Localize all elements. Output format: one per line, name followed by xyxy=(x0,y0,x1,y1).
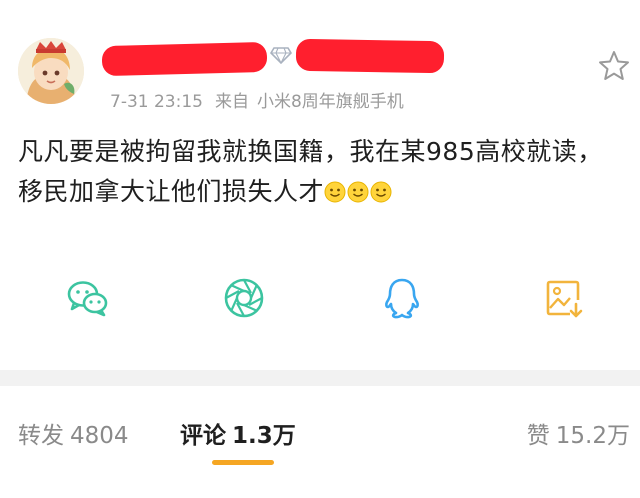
wechat-icon xyxy=(67,281,108,317)
post-timestamp: 7-31 23:15 xyxy=(110,92,203,112)
like-label: 赞 xyxy=(526,423,550,449)
post-source-prefix: 来自 xyxy=(214,92,249,112)
smile-emoji-icon xyxy=(347,181,369,203)
username-redaction xyxy=(101,41,268,77)
like-count: 15.2万 xyxy=(555,423,630,449)
emoji-group xyxy=(324,177,393,206)
user-avatar[interactable] xyxy=(18,38,84,104)
qq-icon xyxy=(385,278,419,319)
qq-share-button[interactable] xyxy=(378,274,426,322)
smile-emoji-icon xyxy=(324,181,346,203)
comment-count: 1.3万 xyxy=(232,423,296,449)
post-card: 7-31 23:15 来自 小米8周年旗舰手机 凡凡要是被拘留我就换国籍，我在某98… xyxy=(0,0,640,370)
post-source-device[interactable]: 小米8周年旗舰手机 xyxy=(257,92,404,112)
star-icon[interactable] xyxy=(596,48,632,84)
post-body: 凡凡要是被拘留我就换国籍，我在某985高校就读，移民加拿大让他们损失人才 xyxy=(18,132,618,212)
moments-share-button[interactable] xyxy=(220,274,268,322)
moments-icon xyxy=(224,278,264,318)
comment-label: 评论 xyxy=(180,423,226,449)
tab-comment[interactable]: 评论 1.3万 xyxy=(180,416,296,450)
tab-repost[interactable]: 转发 4804 xyxy=(18,416,129,450)
post-text: 凡凡要是被拘留我就换国籍，我在某985高校就读，移民加拿大让他们损失人才 xyxy=(18,137,603,206)
interaction-tabs: 转发 4804 评论 1.3万 赞 15.2万 xyxy=(0,386,640,498)
smile-emoji-icon xyxy=(370,181,392,203)
repost-label: 转发 xyxy=(18,423,64,449)
wechat-share-button[interactable] xyxy=(64,274,112,322)
section-divider xyxy=(0,370,640,386)
active-tab-indicator xyxy=(212,460,274,465)
save-image-icon xyxy=(546,280,583,318)
diamond-badge-icon xyxy=(269,46,293,65)
badge-redaction xyxy=(295,38,445,74)
share-row xyxy=(0,268,640,328)
tab-like[interactable]: 赞 15.2万 xyxy=(527,416,630,450)
save-image-button[interactable] xyxy=(540,274,588,322)
repost-count: 4804 xyxy=(70,423,129,449)
post-meta: 7-31 23:15 来自 小米8周年旗舰手机 xyxy=(110,87,404,112)
